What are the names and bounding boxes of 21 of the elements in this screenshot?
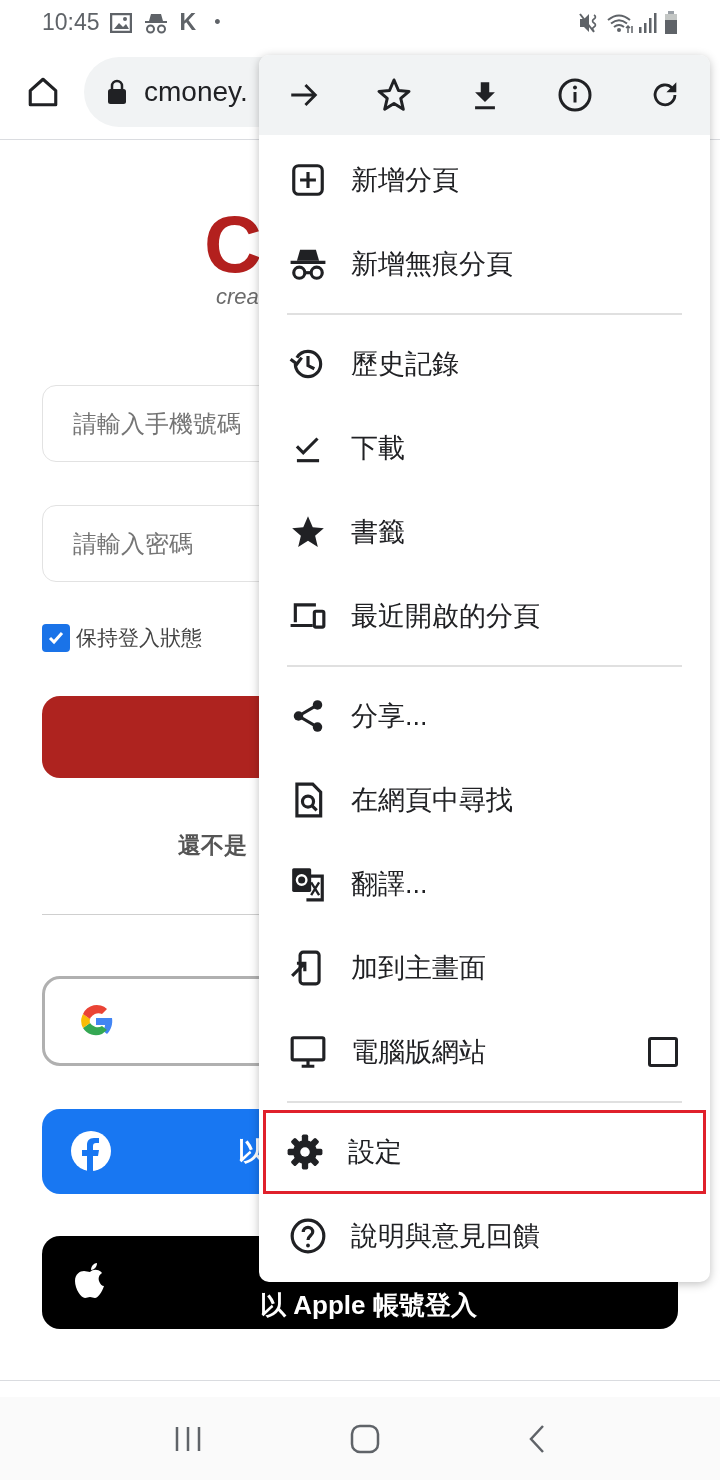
menu-item-label: 書籤 [351, 515, 405, 549]
menu-item-label: 最近開啟的分頁 [351, 599, 540, 633]
url-text: cmoney. [144, 75, 248, 109]
menu-item-label: 設定 [348, 1135, 402, 1169]
menu-item-label: 加到主畫面 [351, 951, 486, 985]
apple-label: 以 Apple 帳號登入 [260, 1288, 477, 1322]
clock-time: 10:45 [42, 8, 100, 38]
menu-item-label: 翻譯... [351, 867, 428, 901]
notification-letter: K [179, 8, 197, 38]
menu-item-label: 在網頁中尋找 [351, 783, 513, 817]
menu-item-label: 分享... [351, 699, 428, 733]
menu-item-label: 電腦版網站 [351, 1035, 486, 1069]
menu-item-label: 歷史記錄 [351, 347, 459, 381]
logo-letter: C [204, 210, 262, 280]
signup-prompt: 還不是 [178, 831, 247, 861]
more-dot: • [214, 11, 221, 34]
menu-item-label: 下載 [351, 431, 405, 465]
menu-item-label: 新增分頁 [351, 163, 459, 197]
remember-label: 保持登入狀態 [76, 625, 202, 651]
logo-tagline: crea [216, 283, 259, 311]
menu-item-label: 新增無痕分頁 [351, 247, 513, 281]
